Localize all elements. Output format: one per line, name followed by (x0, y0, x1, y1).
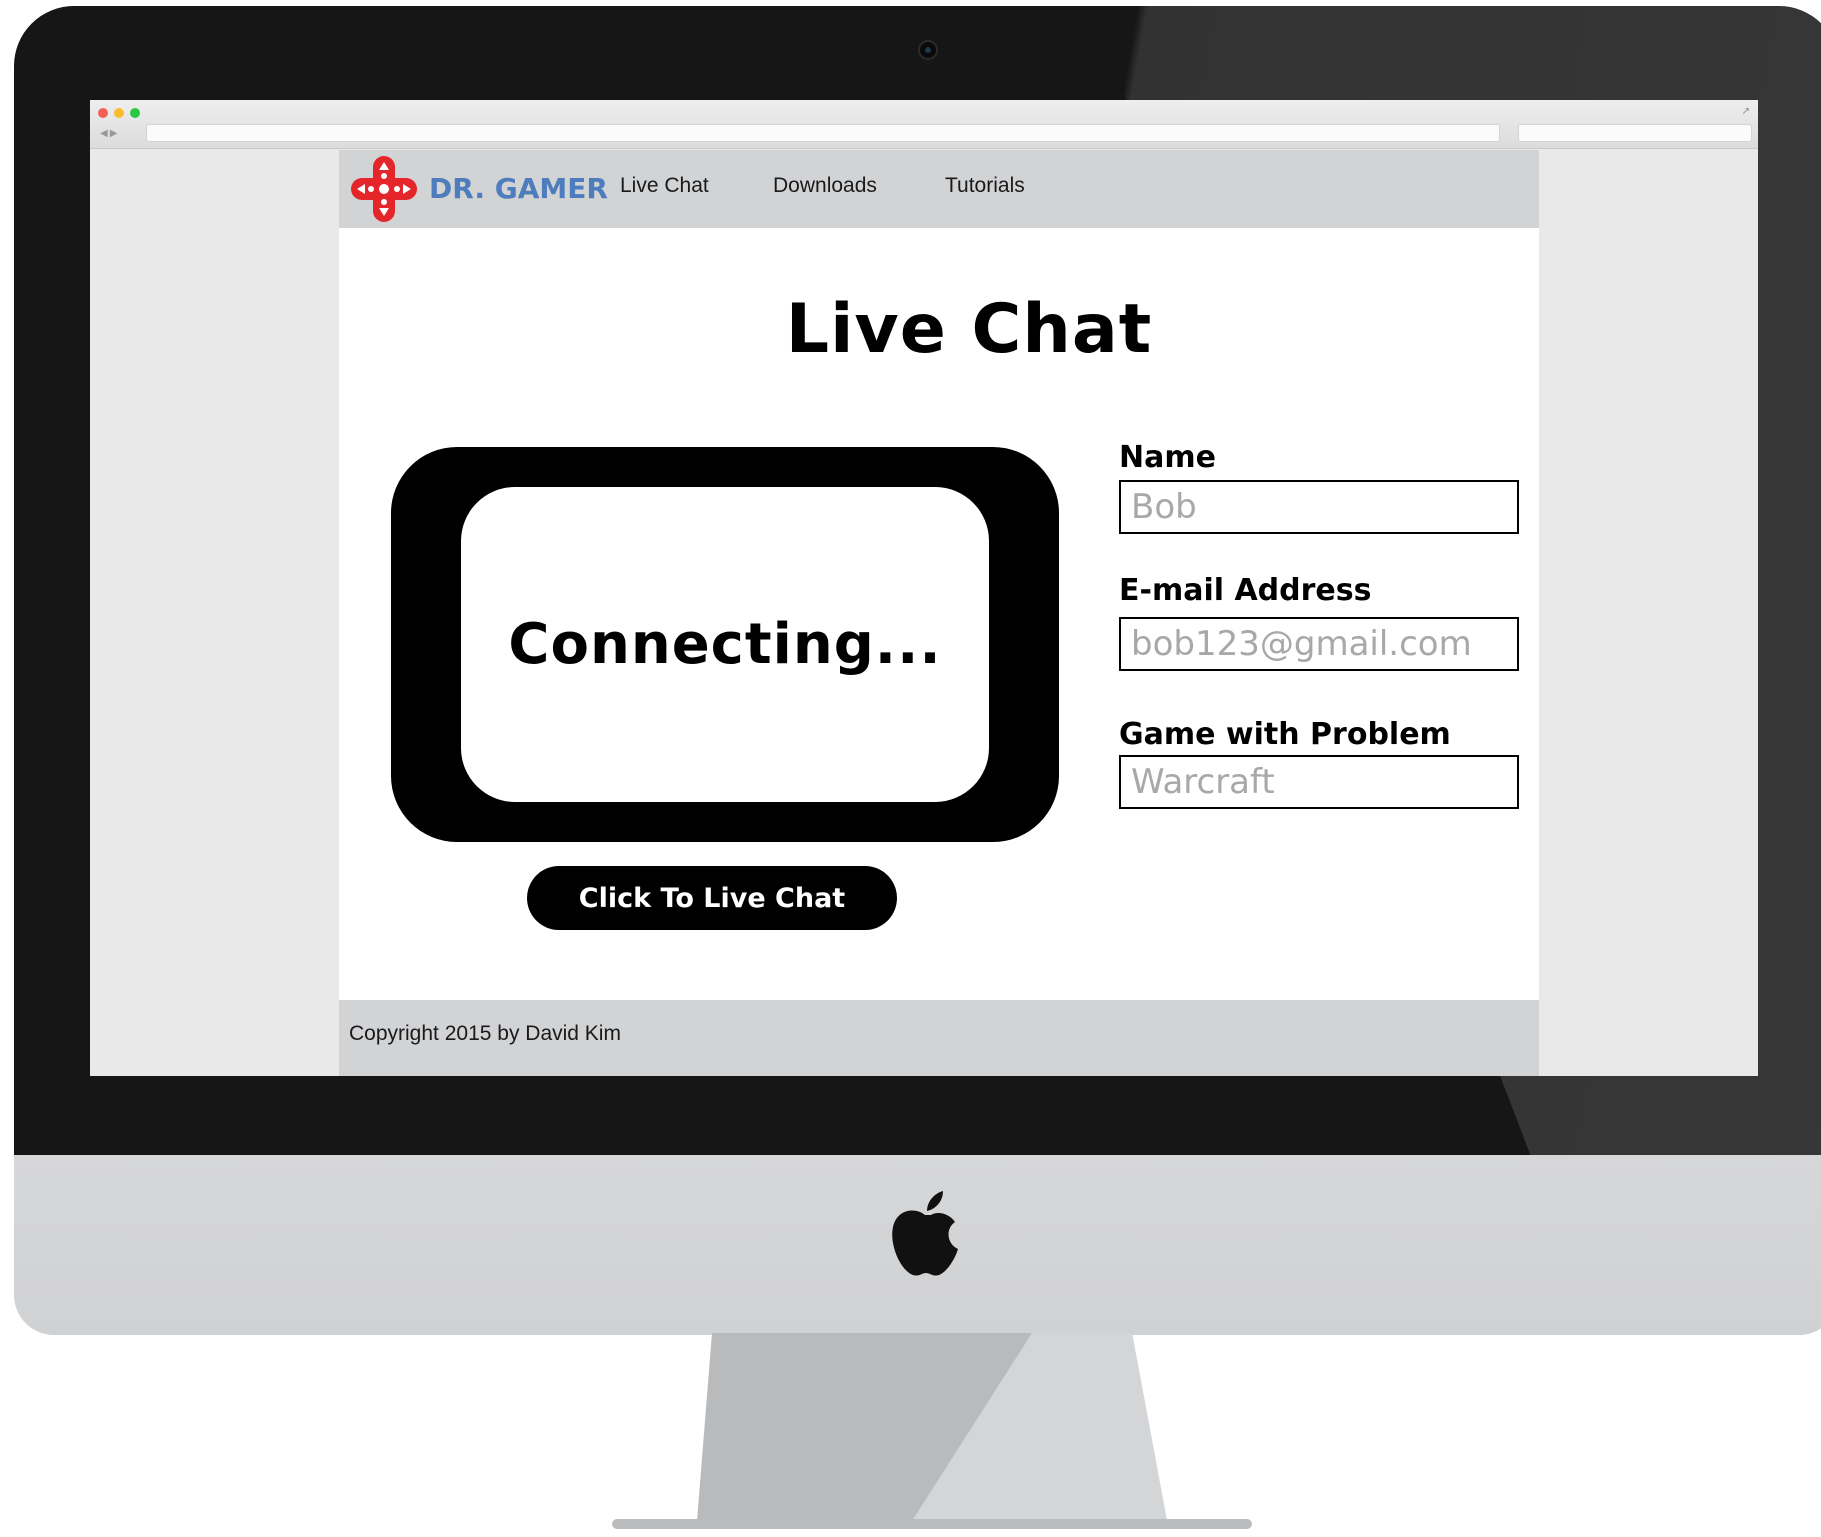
nav-downloads[interactable]: Downloads (773, 174, 877, 198)
page-title: Live Chat (785, 290, 1153, 369)
browser-toolbar: ◀▶ ↗ (90, 100, 1758, 149)
gamepad-cross-icon[interactable] (349, 154, 419, 224)
game-field[interactable] (1119, 755, 1519, 809)
fullscreen-icon[interactable]: ↗ (1742, 106, 1750, 117)
brand-name[interactable]: DR. GAMER (429, 172, 608, 205)
nav-live-chat[interactable]: Live Chat (620, 174, 709, 198)
connection-status: Connecting... (508, 612, 942, 677)
site-footer: Copyright 2015 by David Kim (339, 1000, 1539, 1076)
monitor-stand (612, 1333, 1252, 1529)
site-header: DR. GAMER Live Chat Downloads Tutorials (339, 150, 1539, 228)
game-label: Game with Problem (1119, 717, 1451, 752)
chat-window-screen: Connecting... (461, 487, 989, 802)
copyright-text: Copyright 2015 by David Kim (349, 1022, 621, 1045)
back-forward-icon[interactable]: ◀▶ (100, 128, 119, 139)
email-field[interactable] (1119, 617, 1519, 671)
browser-window: ◀▶ ↗ DR. GAMER Live Chat Downloads Tutor… (90, 100, 1758, 1076)
address-bar[interactable] (146, 124, 1500, 142)
start-live-chat-button[interactable]: Click To Live Chat (527, 866, 897, 930)
minimize-window-icon[interactable] (114, 108, 124, 118)
name-label: Name (1119, 440, 1216, 475)
apple-icon (892, 1191, 958, 1276)
nav-tutorials[interactable]: Tutorials (945, 174, 1025, 198)
chat-window-frame: Connecting... (391, 447, 1059, 842)
name-field[interactable] (1119, 480, 1519, 534)
browser-search-bar[interactable] (1518, 124, 1752, 142)
close-window-icon[interactable] (98, 108, 108, 118)
camera-icon (918, 40, 938, 60)
email-label: E-mail Address (1119, 573, 1372, 608)
maximize-window-icon[interactable] (130, 108, 140, 118)
website: DR. GAMER Live Chat Downloads Tutorials … (339, 150, 1539, 1076)
